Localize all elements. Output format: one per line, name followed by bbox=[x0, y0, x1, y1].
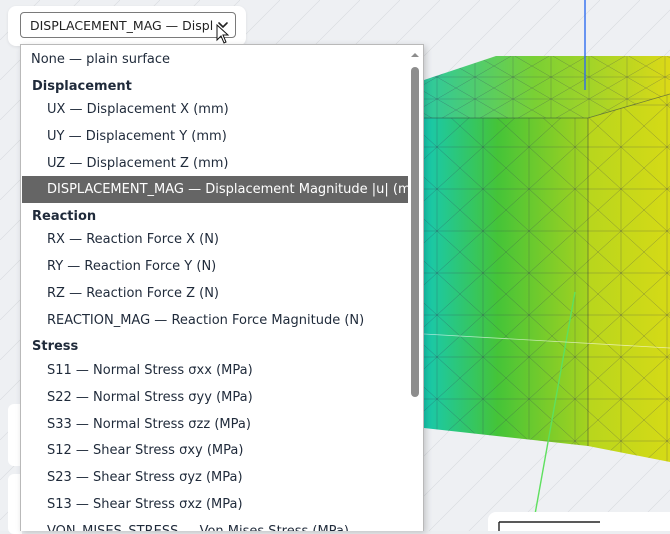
option-s12[interactable]: S12 — Shear Stress σxy (MPa) bbox=[22, 437, 408, 464]
group-label-stress: Stress bbox=[32, 339, 79, 354]
scroll-up-arrow-icon[interactable] bbox=[411, 51, 419, 59]
option-ux[interactable]: UX — Displacement X (mm) bbox=[22, 96, 408, 123]
option-s13[interactable]: S13 — Shear Stress σxz (MPa) bbox=[22, 491, 408, 518]
option-rx[interactable]: RX — Reaction Force X (N) bbox=[22, 226, 408, 253]
option-none[interactable]: None — plain surface bbox=[22, 46, 408, 73]
option-s33[interactable]: S33 — Normal Stress σzz (MPa) bbox=[22, 411, 408, 438]
option-von-mises[interactable]: VON_MISES_STRESS — Von Mises Stress (MPa… bbox=[22, 518, 408, 531]
option-s11[interactable]: S11 — Normal Stress σxx (MPa) bbox=[22, 357, 408, 384]
mouse-pointer-icon bbox=[216, 24, 230, 44]
selected-field-value: DISPLACEMENT_MAG — Displa bbox=[30, 17, 213, 33]
option-s22[interactable]: S22 — Normal Stress σyy (MPa) bbox=[22, 384, 408, 411]
option-s23[interactable]: S23 — Shear Stress σyz (MPa) bbox=[22, 464, 408, 491]
option-displacement-mag[interactable]: DISPLACEMENT_MAG — Displacement Magnitud… bbox=[22, 176, 423, 203]
option-rz[interactable]: RZ — Reaction Force Z (N) bbox=[22, 280, 408, 307]
field-dropdown-list[interactable]: None — plain surface Displacement UX — D… bbox=[20, 44, 424, 531]
option-ry[interactable]: RY — Reaction Force Y (N) bbox=[22, 253, 408, 280]
dropdown-scrollbar-thumb[interactable] bbox=[411, 67, 419, 397]
option-reaction-mag[interactable]: REACTION_MAG — Reaction Force Magnitude … bbox=[22, 307, 408, 334]
option-uz[interactable]: UZ — Displacement Z (mm) bbox=[22, 150, 408, 177]
result-field-select[interactable]: DISPLACEMENT_MAG — Displa bbox=[20, 12, 236, 38]
option-uy[interactable]: UY — Displacement Y (mm) bbox=[22, 123, 408, 150]
